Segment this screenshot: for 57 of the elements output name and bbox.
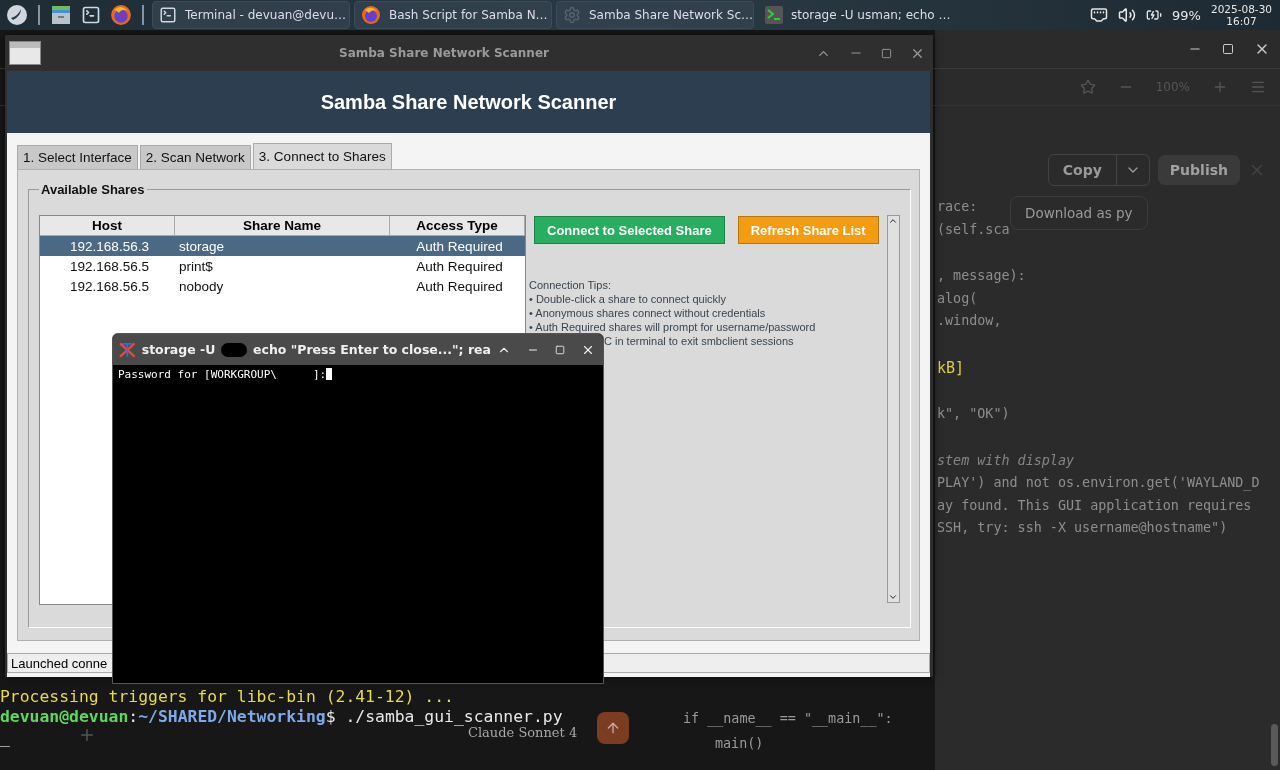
window-title: storage -U bbox=[141, 342, 216, 357]
code-line: PLAY') and not os.environ.get('WAYLAND_D bbox=[937, 474, 1260, 493]
table-row[interactable]: 192.168.56.3 storage Auth Required bbox=[40, 236, 525, 256]
group-title: Available Shares bbox=[40, 182, 146, 197]
tip-text: C in terminal to exit smbclient sessions bbox=[604, 334, 794, 348]
taskbar-item[interactable]: Bash Script for Samba N… bbox=[354, 1, 552, 29]
code-line: stem with display bbox=[937, 451, 1075, 470]
window-title: Samba Share Network Scanner bbox=[339, 46, 549, 60]
table-cell-text: print$ bbox=[178, 257, 214, 276]
table-cell-text: Auth Required bbox=[415, 257, 504, 276]
tip-text: • Double-click a share to connect quickly bbox=[529, 292, 727, 306]
tip-text: • Anonymous shares connect without credentials bbox=[529, 306, 766, 320]
tab[interactable]: 1. Select Interface bbox=[17, 145, 138, 169]
code-line: (self.sca bbox=[937, 220, 1010, 239]
code-line: if __name__ == "__main__": bbox=[683, 711, 893, 726]
tab[interactable]: 2. Scan Network bbox=[139, 145, 251, 169]
table-cell-text: 192.168.56.5 bbox=[69, 257, 150, 276]
tip-text: • Auth Required shares will prompt for username/password bbox=[529, 320, 816, 334]
clock[interactable]: 2025-08-30 16:07 bbox=[1210, 3, 1276, 27]
table-cell-text: Auth Required bbox=[415, 277, 504, 296]
terminal-line: ]: bbox=[312, 368, 327, 381]
app-header: Samba Share Network Scanner bbox=[7, 71, 930, 133]
copy-button[interactable]: Copy bbox=[1047, 154, 1150, 186]
terminal-line: Password for [WORKGROUP\ bbox=[118, 368, 277, 381]
code-line: ay found. This GUI application requires bbox=[937, 496, 1252, 515]
terminal-line: Processing triggers for libc-bin (2.41-12) ... bbox=[0, 686, 454, 706]
battery-level: 99% bbox=[1172, 7, 1201, 23]
code-line: k", "OK") bbox=[937, 405, 1010, 423]
table-row[interactable]: 192.168.56.5 print$ Auth Required bbox=[40, 256, 525, 276]
code-line: main() bbox=[715, 736, 764, 751]
table-cell-text: storage bbox=[178, 237, 226, 256]
code-line: , message): bbox=[937, 267, 1026, 285]
prompt-line: devuan@devuan:~/SHARED/Networking$ ./samba_gui_scanner.py bbox=[0, 707, 563, 726]
publish-button[interactable]: Publish bbox=[1157, 155, 1240, 185]
terminal-cursor: _ bbox=[0, 727, 10, 748]
column-header[interactable]: Host bbox=[40, 216, 175, 236]
window-title: echo "Press Enter to close..."; rea bbox=[253, 342, 491, 357]
tips-title: Connection Tips: bbox=[529, 278, 611, 292]
tab[interactable]: 3. Connect to Shares bbox=[252, 143, 392, 169]
status-text: Launched conne bbox=[11, 655, 108, 671]
column-header[interactable]: Access Type bbox=[390, 216, 525, 236]
table-cell-text: nobody bbox=[178, 277, 225, 296]
table-cell-text: 192.168.56.5 bbox=[69, 277, 150, 296]
code-line: SSH, try: ssh -X username@hostname") bbox=[937, 519, 1228, 537]
table-cell-text: 192.168.56.3 bbox=[69, 237, 150, 256]
download-menu-item[interactable]: Download as py bbox=[1010, 196, 1148, 230]
table-cell-text: Auth Required bbox=[415, 237, 504, 256]
taskbar-item[interactable]: Terminal - devuan@devu… bbox=[152, 1, 350, 29]
code-line: race: bbox=[937, 198, 978, 216]
code-line: alog( bbox=[937, 289, 978, 308]
code-line: kB] bbox=[937, 357, 965, 379]
model-selector[interactable]: Claude Sonnet 4 bbox=[468, 725, 578, 740]
code-line: .window, bbox=[937, 312, 1002, 330]
taskbar-item[interactable]: storage -U usman; echo … bbox=[758, 1, 956, 29]
table-row[interactable]: 192.168.56.5 nobody Auth Required bbox=[40, 276, 525, 296]
column-header[interactable]: Share Name bbox=[175, 216, 390, 236]
taskbar-item[interactable]: Samba Share Network Sc… bbox=[556, 1, 754, 29]
